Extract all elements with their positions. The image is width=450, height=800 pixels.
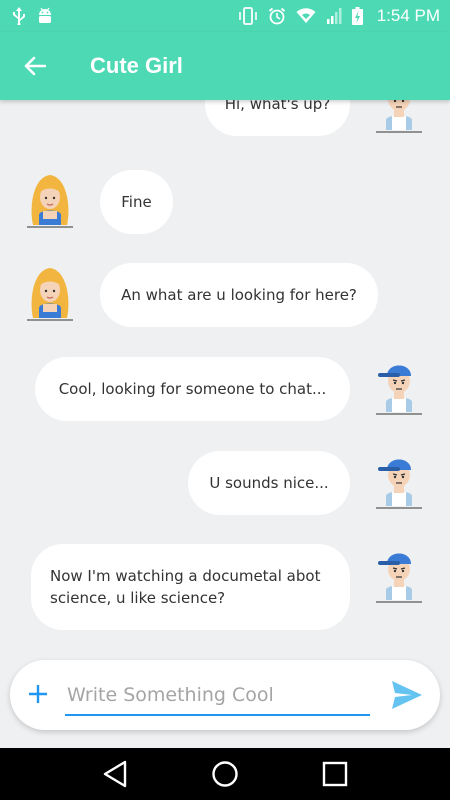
recents-square-icon (322, 761, 348, 787)
back-triangle-icon (103, 760, 127, 788)
message-bubble[interactable]: Hi, what's up? (205, 100, 350, 136)
message-text: Hi, what's up? (224, 100, 331, 113)
send-icon (392, 681, 422, 709)
message-bubble[interactable]: Now I'm watching a documetal abot scienc… (31, 544, 350, 630)
boy-avatar-icon (376, 459, 422, 509)
alarm-icon (268, 7, 286, 25)
add-attachment-button[interactable] (24, 680, 52, 708)
back-button[interactable] (0, 32, 70, 100)
message-bubble[interactable]: Cool, looking for someone to chat... (35, 357, 350, 421)
status-bar: 1:54 PM (0, 0, 450, 32)
message-bubble[interactable]: U sounds nice... (188, 451, 350, 515)
battery-charging-icon (351, 7, 363, 25)
chat-title: Cute Girl (90, 53, 183, 78)
app-bar: Cute Girl (0, 32, 450, 100)
message-composer (10, 660, 440, 730)
usb-icon (12, 7, 26, 25)
girl-avatar-icon (27, 268, 73, 321)
nav-recents-button[interactable] (315, 754, 355, 794)
plus-icon (29, 685, 47, 703)
message-input[interactable] (65, 676, 370, 716)
wifi-icon (296, 8, 316, 24)
vibrate-icon (238, 7, 258, 25)
message-bubble[interactable]: An what are u looking for here? (100, 263, 378, 327)
message-text: Fine (121, 193, 152, 211)
android-icon (36, 7, 54, 25)
system-nav-bar (0, 748, 450, 800)
nav-home-button[interactable] (205, 754, 245, 794)
status-time: 1:54 PM (376, 6, 440, 25)
boy-avatar-icon (376, 100, 422, 133)
message-text: U sounds nice... (209, 474, 329, 492)
girl-avatar-icon (27, 175, 73, 228)
signal-icon (326, 8, 342, 24)
chat-messages-list[interactable]: Hi, what's up? Fine An what are u lookin… (0, 100, 450, 655)
message-text: Cool, looking for someone to chat... (58, 380, 327, 398)
send-button[interactable] (390, 678, 424, 712)
nav-back-button[interactable] (95, 754, 135, 794)
home-circle-icon (212, 761, 238, 787)
message-bubble[interactable]: Fine (100, 170, 173, 234)
boy-avatar-icon (376, 553, 422, 603)
boy-avatar-icon (376, 365, 422, 415)
arrow-left-icon (24, 56, 46, 76)
message-text: Now I'm watching a documetal abot scienc… (50, 567, 321, 607)
message-text: An what are u looking for here? (121, 286, 357, 304)
